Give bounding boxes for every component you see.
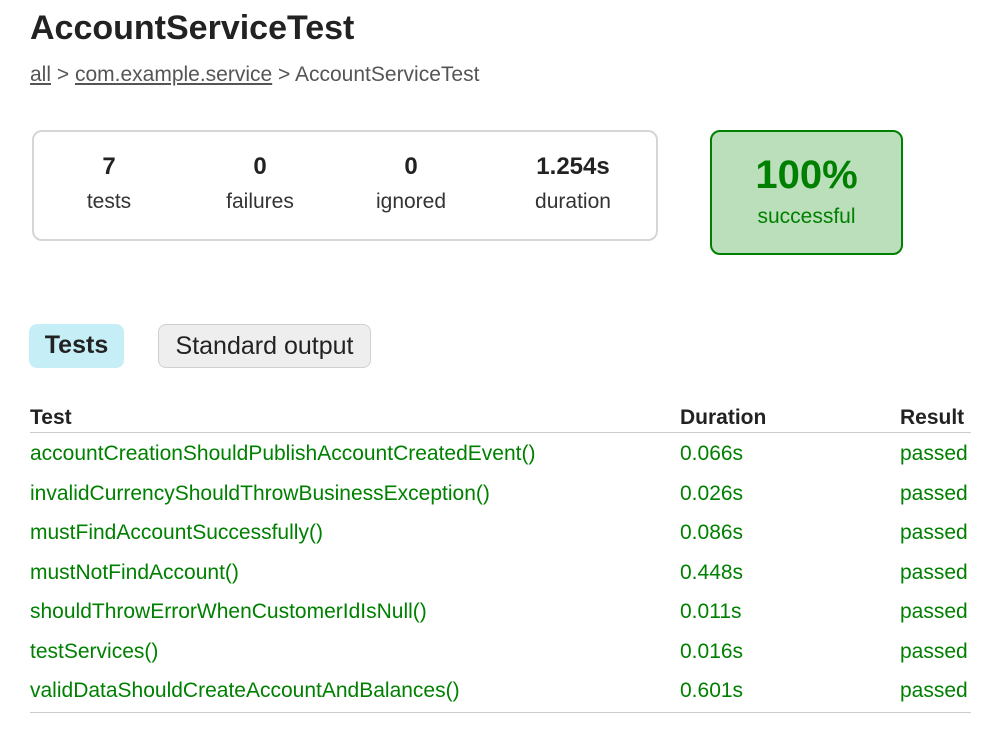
test-name[interactable]: accountCreationShouldPublishAccountCreat… <box>30 441 535 467</box>
test-result: passed <box>900 442 968 465</box>
tab-standard-output[interactable]: Standard output <box>158 324 371 368</box>
test-duration: 0.601s <box>680 679 744 702</box>
counter-value: 7 <box>102 153 116 180</box>
counter-value: 0 <box>404 153 418 180</box>
breadcrumb: all > com.example.service > AccountServi… <box>30 62 479 88</box>
test-result: passed <box>900 481 968 505</box>
test-result: passed <box>900 639 968 663</box>
test-duration: 0.026s <box>680 481 744 505</box>
table-row: mustNotFindAccount() 0.448s passed <box>30 552 971 592</box>
table-row: testServices() 0.016s passed <box>30 631 971 671</box>
counter-value: 1.254s <box>536 153 610 180</box>
table-row: invalidCurrencyShouldThrowBusinessExcept… <box>30 473 971 513</box>
table-row: shouldThrowErrorWhenCustomerIdIsNull() 0… <box>30 591 971 631</box>
counter-ignored: 0 ignored <box>346 152 476 216</box>
counter-tests: 7 tests <box>44 152 174 216</box>
table-row: validDataShouldCreateAccountAndBalances(… <box>30 670 971 710</box>
test-result: passed <box>900 560 968 584</box>
counter-label: duration <box>535 190 611 213</box>
column-header-duration: Duration <box>680 406 767 429</box>
table-bottom-divider <box>30 711 971 713</box>
test-result: passed <box>900 679 968 702</box>
tests-table: Test Duration Result accountCreationShou… <box>30 403 971 713</box>
test-name[interactable]: mustFindAccountSuccessfully() <box>30 520 323 546</box>
test-duration: 0.086s <box>680 521 744 544</box>
test-duration: 0.011s <box>680 600 742 623</box>
breadcrumb-separator: > <box>56 63 70 86</box>
success-rate-value: 100% <box>755 153 858 197</box>
counter-duration: 1.254s duration <box>508 152 638 216</box>
column-header-result: Result <box>900 406 965 429</box>
counter-label: ignored <box>375 190 447 213</box>
breadcrumb-link-package[interactable]: com.example.service <box>75 63 272 86</box>
test-duration: 0.448s <box>680 560 744 584</box>
success-rate-label: successful <box>757 205 856 228</box>
test-name[interactable]: mustNotFindAccount() <box>30 560 239 586</box>
table-header-row: Test Duration Result <box>30 403 971 433</box>
test-name[interactable]: testServices() <box>30 639 158 665</box>
success-rate-box: 100% successful <box>710 130 903 255</box>
test-name[interactable]: validDataShouldCreateAccountAndBalances(… <box>30 678 460 704</box>
summary-box: 7 tests 0 failures 0 ignored 1.254s dura… <box>32 130 658 241</box>
counter-failures: 0 failures <box>195 152 325 216</box>
page-title: AccountServiceTest <box>30 9 355 47</box>
test-result: passed <box>900 521 968 544</box>
test-name[interactable]: invalidCurrencyShouldThrowBusinessExcept… <box>30 481 490 507</box>
column-header-test: Test <box>30 406 72 429</box>
breadcrumb-separator: > <box>278 63 291 86</box>
test-duration: 0.066s <box>680 442 744 465</box>
counter-label: tests <box>86 190 132 213</box>
test-result: passed <box>900 600 968 623</box>
test-name[interactable]: shouldThrowErrorWhenCustomerIdIsNull() <box>30 599 427 625</box>
tab-tests[interactable]: Tests <box>29 324 124 368</box>
table-row: accountCreationShouldPublishAccountCreat… <box>30 433 971 473</box>
breadcrumb-link-all[interactable]: all <box>30 63 51 86</box>
counter-label: failures <box>226 190 294 213</box>
table-row: mustFindAccountSuccessfully() 0.086s pas… <box>30 512 971 552</box>
breadcrumb-current: AccountServiceTest <box>295 63 480 86</box>
test-duration: 0.016s <box>680 639 744 663</box>
counter-value: 0 <box>253 153 267 180</box>
